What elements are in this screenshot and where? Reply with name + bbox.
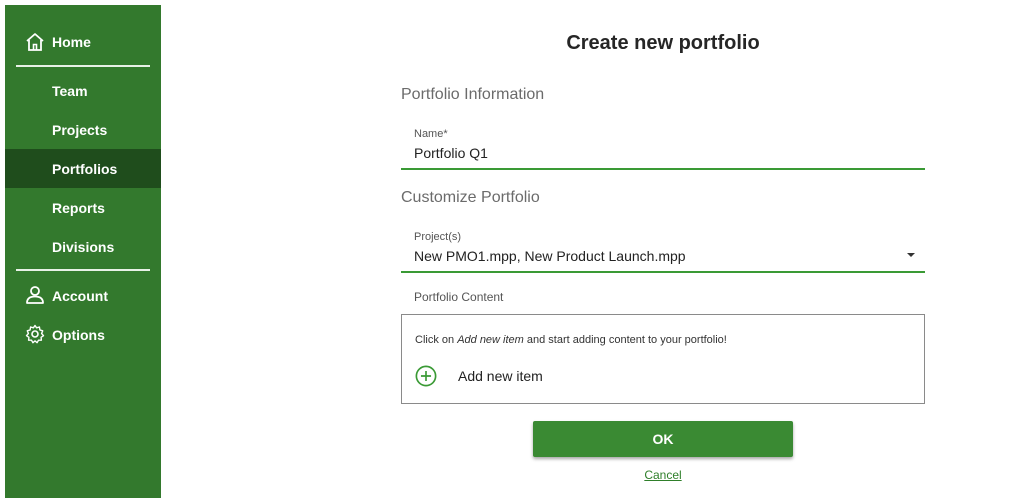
add-new-item-label: Add new item bbox=[458, 368, 543, 384]
sidebar-item-label: Reports bbox=[52, 200, 105, 216]
projects-selected-value[interactable]: New PMO1.mpp, New Product Launch.mpp bbox=[414, 248, 686, 264]
home-icon bbox=[26, 33, 44, 51]
sidebar-item-label: Divisions bbox=[52, 239, 115, 255]
sidebar-item-account[interactable]: Account bbox=[5, 276, 161, 315]
sidebar: Home Team Projects Portfolios Reports Di… bbox=[5, 5, 161, 498]
section-customize-portfolio: Customize Portfolio bbox=[401, 189, 540, 206]
projects-dropdown[interactable]: Project(s) New PMO1.mpp, New Product Lau… bbox=[401, 224, 925, 273]
sidebar-item-label: Account bbox=[52, 288, 108, 304]
sidebar-item-label: Portfolios bbox=[52, 161, 118, 177]
sidebar-item-home[interactable]: Home bbox=[5, 26, 161, 58]
projects-field-label: Project(s) bbox=[414, 231, 462, 243]
app-window: Home Team Projects Portfolios Reports Di… bbox=[0, 0, 1024, 503]
ok-button[interactable]: OK bbox=[533, 421, 793, 457]
sidebar-item-team[interactable]: Team bbox=[5, 71, 161, 110]
sidebar-item-reports[interactable]: Reports bbox=[5, 188, 161, 227]
cancel-link[interactable]: Cancel bbox=[533, 468, 793, 482]
name-field-label: Name* bbox=[414, 128, 448, 140]
sidebar-item-projects[interactable]: Projects bbox=[5, 110, 161, 149]
person-icon bbox=[26, 286, 44, 304]
portfolio-content-label: Portfolio Content bbox=[414, 290, 504, 304]
content-hint: Click on Add new item and start adding c… bbox=[415, 334, 727, 346]
page-title: Create new portfolio bbox=[566, 32, 760, 54]
sidebar-item-label: Options bbox=[52, 327, 105, 343]
sidebar-divider bbox=[16, 65, 150, 67]
sidebar-item-label: Home bbox=[52, 34, 91, 50]
gear-icon bbox=[25, 324, 45, 344]
hint-text: and start adding content to your portfol… bbox=[523, 334, 727, 346]
sidebar-item-options[interactable]: Options bbox=[5, 315, 161, 354]
sidebar-item-label: Projects bbox=[52, 122, 108, 138]
sidebar-item-portfolios[interactable]: Portfolios bbox=[5, 149, 161, 188]
name-field[interactable]: Name* Portfolio Q1 bbox=[401, 121, 925, 170]
portfolio-content-box: Click on Add new item and start adding c… bbox=[401, 314, 925, 404]
sidebar-item-label: Team bbox=[52, 83, 88, 99]
hint-emphasis: Add new item bbox=[457, 334, 524, 346]
hint-text: Click on bbox=[415, 334, 458, 346]
sidebar-item-divisions[interactable]: Divisions bbox=[5, 227, 161, 266]
add-new-item-button[interactable]: Add new item bbox=[415, 363, 543, 389]
section-portfolio-information: Portfolio Information bbox=[401, 86, 545, 103]
sidebar-divider bbox=[16, 269, 150, 271]
name-input-value[interactable]: Portfolio Q1 bbox=[414, 145, 488, 161]
chevron-down-icon[interactable] bbox=[907, 253, 915, 257]
add-circle-icon[interactable] bbox=[415, 365, 437, 387]
